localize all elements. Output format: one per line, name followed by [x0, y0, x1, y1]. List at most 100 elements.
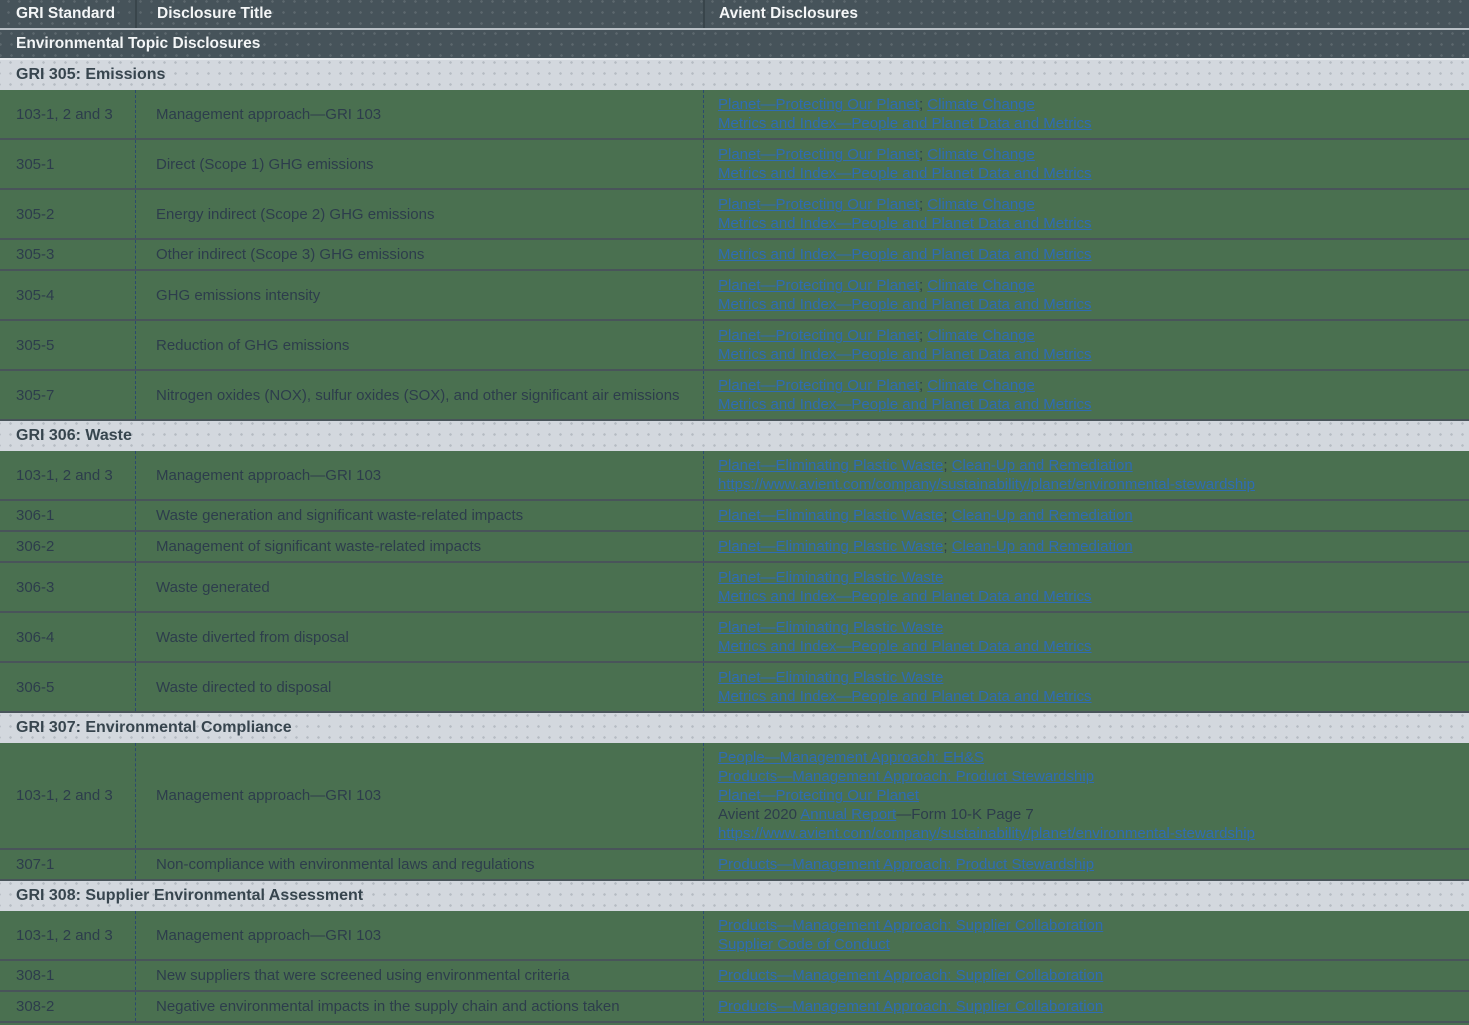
disclosure-title-cell: Waste generated: [135, 563, 703, 611]
disclosure-link[interactable]: Planet—Protecting Our Planet: [718, 146, 919, 163]
disclosure-link[interactable]: Metrics and Index—People and Planet Data…: [718, 688, 1092, 705]
disclosure-row: 306-4Waste diverted from disposalPlanet—…: [0, 613, 1469, 663]
disclosure-title-cell: Management of significant waste-related …: [135, 532, 703, 561]
disclosure-link[interactable]: Products—Management Approach: Supplier C…: [718, 998, 1103, 1015]
avient-disclosures-cell: Planet—Protecting Our Planet; Climate Ch…: [703, 271, 1469, 319]
category-header-environmental-topic-disclosures: Environmental Topic Disclosures: [0, 30, 1469, 60]
disclosure-link[interactable]: Planet—Eliminating Plastic Waste: [718, 507, 943, 524]
disclosure-link[interactable]: Annual Report: [800, 806, 896, 823]
disclosure-link[interactable]: https://www.avient.com/company/sustainab…: [718, 825, 1255, 842]
disclosure-line: Planet—Protecting Our Planet; Climate Ch…: [718, 95, 1035, 114]
gri-standard-cell: 306-5: [0, 663, 135, 711]
separator-text: ;: [943, 457, 951, 474]
separator-text: Avient 2020: [718, 806, 800, 823]
avient-disclosures-cell: Metrics and Index—People and Planet Data…: [703, 240, 1469, 269]
section-header: GRI 306: Waste: [0, 421, 1469, 451]
disclosure-link[interactable]: Climate Change: [927, 377, 1035, 394]
disclosure-row: 305-2Energy indirect (Scope 2) GHG emiss…: [0, 190, 1469, 240]
disclosure-line: Planet—Eliminating Plastic Waste; Clean-…: [718, 537, 1133, 556]
disclosure-title-value: Energy indirect (Scope 2) GHG emissions: [156, 205, 434, 224]
disclosure-row: 305-7Nitrogen oxides (NOX), sulfur oxide…: [0, 371, 1469, 421]
disclosure-link[interactable]: Metrics and Index—People and Planet Data…: [718, 246, 1092, 263]
disclosure-row: 307-1Non-compliance with environmental l…: [0, 850, 1469, 881]
gri-standard-cell: 308-2: [0, 992, 135, 1021]
disclosure-title-cell: Negative environmental impacts in the su…: [135, 992, 703, 1021]
separator-text: —Form 10-K Page 7: [896, 806, 1034, 823]
disclosure-link[interactable]: Products—Management Approach: Product St…: [718, 856, 1094, 873]
disclosure-link[interactable]: Products—Management Approach: Product St…: [718, 768, 1094, 785]
disclosure-link[interactable]: Planet—Protecting Our Planet: [718, 787, 919, 804]
disclosure-link[interactable]: Metrics and Index—People and Planet Data…: [718, 588, 1092, 605]
column-header-label: Disclosure Title: [157, 5, 272, 23]
disclosure-link[interactable]: Metrics and Index—People and Planet Data…: [718, 115, 1092, 132]
disclosure-link[interactable]: Supplier Code of Conduct: [718, 936, 890, 953]
disclosure-line: Planet—Protecting Our Planet: [718, 786, 919, 805]
gri-standard-cell: 103-1, 2 and 3: [0, 451, 135, 499]
section-header-label: GRI 308: Supplier Environmental Assessme…: [16, 887, 363, 905]
disclosure-link[interactable]: Planet—Eliminating Plastic Waste: [718, 457, 943, 474]
disclosure-title-value: Management of significant waste-related …: [156, 537, 481, 556]
disclosure-link[interactable]: Planet—Eliminating Plastic Waste: [718, 538, 943, 555]
avient-disclosures-cell: Planet—Eliminating Plastic Waste; Clean-…: [703, 532, 1469, 561]
disclosure-line: Planet—Protecting Our Planet; Climate Ch…: [718, 376, 1035, 395]
disclosure-link[interactable]: Planet—Eliminating Plastic Waste: [718, 619, 943, 636]
avient-disclosures-cell: Planet—Eliminating Plastic Waste Metrics …: [703, 613, 1469, 661]
gri-standard-cell: 305-5: [0, 321, 135, 369]
disclosure-link[interactable]: Metrics and Index—People and Planet Data…: [718, 296, 1092, 313]
disclosure-link[interactable]: Climate Change: [927, 277, 1035, 294]
disclosure-link[interactable]: Products—Management Approach: Supplier C…: [718, 917, 1103, 934]
disclosure-link[interactable]: Metrics and Index—People and Planet Data…: [718, 638, 1092, 655]
category-header-label: Environmental Topic Disclosures: [16, 35, 260, 53]
avient-disclosures-cell: Products—Management Approach: Supplier C…: [703, 911, 1469, 959]
gri-standard-cell: 103-1, 2 and 3: [0, 911, 135, 959]
section-header: GRI 307: Environmental Compliance: [0, 713, 1469, 743]
disclosure-link[interactable]: https://www.avient.com/company/sustainab…: [718, 476, 1255, 493]
disclosure-link[interactable]: Planet—Protecting Our Planet: [718, 327, 919, 344]
disclosure-link[interactable]: Metrics and Index—People and Planet Data…: [718, 165, 1092, 182]
disclosure-row: 306-5Waste directed to disposalPlanet—El…: [0, 663, 1469, 713]
avient-disclosures-cell: Planet—Eliminating Plastic Waste; Clean-…: [703, 451, 1469, 499]
gri-standard-cell: 307-1: [0, 850, 135, 879]
disclosure-link[interactable]: Metrics and Index—People and Planet Data…: [718, 396, 1092, 413]
avient-disclosures-cell: Planet—Protecting Our Planet; Climate Ch…: [703, 90, 1469, 138]
disclosure-title-value: Management approach—GRI 103: [156, 786, 381, 805]
disclosure-title-cell: New suppliers that were screened using e…: [135, 961, 703, 990]
disclosure-title-value: Negative environmental impacts in the su…: [156, 997, 620, 1016]
disclosure-link[interactable]: Climate Change: [927, 96, 1035, 113]
disclosure-line: https://www.avient.com/company/sustainab…: [718, 824, 1255, 843]
disclosure-link[interactable]: Planet—Eliminating Plastic Waste: [718, 569, 943, 586]
separator-text: ;: [943, 507, 951, 524]
disclosure-title-cell: GHG emissions intensity: [135, 271, 703, 319]
avient-disclosures-cell: Products—Management Approach: Supplier C…: [703, 992, 1469, 1021]
disclosure-link[interactable]: Products—Management Approach: Supplier C…: [718, 967, 1103, 984]
disclosure-title-value: Nitrogen oxides (NOX), sulfur oxides (SO…: [156, 386, 680, 405]
disclosure-link[interactable]: People—Management Approach: EH&S: [718, 749, 984, 766]
disclosure-title-cell: Other indirect (Scope 3) GHG emissions: [135, 240, 703, 269]
disclosure-link[interactable]: Clean-Up and Remediation: [952, 457, 1133, 474]
gri-standard-value: 305-4: [16, 286, 54, 305]
disclosure-link[interactable]: Clean-Up and Remediation: [952, 538, 1133, 555]
disclosure-title-cell: Nitrogen oxides (NOX), sulfur oxides (SO…: [135, 371, 703, 419]
gri-standard-cell: 306-4: [0, 613, 135, 661]
disclosure-line: Planet—Protecting Our Planet; Climate Ch…: [718, 195, 1035, 214]
avient-disclosures-cell: Planet—Protecting Our Planet; Climate Ch…: [703, 321, 1469, 369]
disclosure-link[interactable]: Clean-Up and Remediation: [952, 507, 1133, 524]
disclosure-link[interactable]: Planet—Protecting Our Planet: [718, 196, 919, 213]
avient-disclosures-cell: People—Management Approach: EH&S Products…: [703, 743, 1469, 848]
disclosure-link[interactable]: Planet—Protecting Our Planet: [718, 377, 919, 394]
disclosure-link[interactable]: Planet—Eliminating Plastic Waste: [718, 669, 943, 686]
disclosure-link[interactable]: Climate Change: [927, 146, 1035, 163]
gri-standard-value: 305-5: [16, 336, 54, 355]
disclosure-line: Metrics and Index—People and Planet Data…: [718, 214, 1092, 233]
gri-standard-value: 305-3: [16, 245, 54, 264]
gri-standard-cell: 305-3: [0, 240, 135, 269]
disclosure-link[interactable]: Planet—Protecting Our Planet: [718, 96, 919, 113]
disclosure-link[interactable]: Climate Change: [927, 196, 1035, 213]
disclosure-link[interactable]: Planet—Protecting Our Planet: [718, 277, 919, 294]
disclosure-row: 305-1Direct (Scope 1) GHG emissionsPlane…: [0, 140, 1469, 190]
disclosure-link[interactable]: Climate Change: [927, 327, 1035, 344]
disclosure-link[interactable]: Metrics and Index—People and Planet Data…: [718, 346, 1092, 363]
disclosure-link[interactable]: Metrics and Index—People and Planet Data…: [718, 215, 1092, 232]
table-header-row: GRI Standard Disclosure Title Avient Dis…: [0, 0, 1469, 30]
gri-standard-value: 103-1, 2 and 3: [16, 926, 113, 945]
